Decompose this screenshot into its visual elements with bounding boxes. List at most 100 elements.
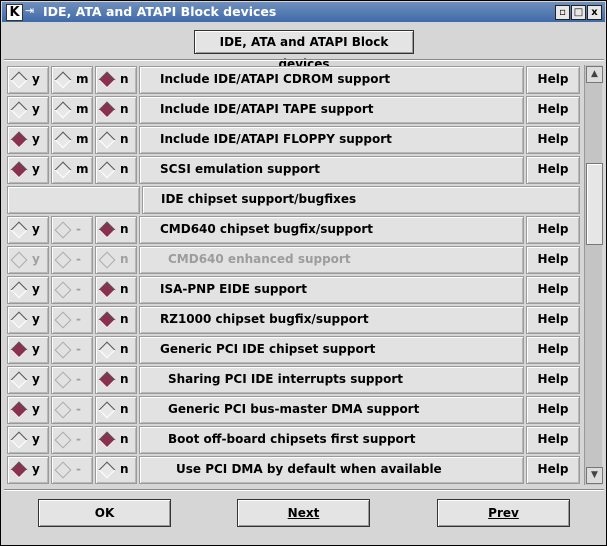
option-description[interactable]: Generic PCI IDE chipset support — [139, 336, 524, 364]
help-button[interactable]: Help — [526, 456, 580, 484]
help-button[interactable]: Help — [526, 96, 580, 124]
ok-button[interactable]: OK — [38, 499, 171, 527]
option-description[interactable]: Include IDE/ATAPI FLOPPY support — [139, 126, 524, 154]
option-description[interactable]: Include IDE/ATAPI CDROM support — [139, 66, 524, 94]
radio-y[interactable]: y — [7, 396, 49, 424]
help-button[interactable]: Help — [526, 276, 580, 304]
help-button[interactable]: Help — [526, 396, 580, 424]
minimize-icon[interactable]: ▫ — [555, 5, 570, 20]
radio-y[interactable]: y — [7, 96, 49, 124]
app-menu-icon[interactable]: K — [6, 4, 23, 21]
help-label: Help — [537, 462, 569, 476]
radio-y[interactable]: y — [7, 156, 49, 184]
option-label: Sharing PCI IDE interrupts support — [168, 372, 403, 386]
help-button[interactable]: Help — [526, 156, 580, 184]
option-row: y - n Sharing PCI IDE interrupts support Hel… — [6, 365, 582, 395]
next-button[interactable]: Next — [237, 499, 370, 527]
option-description[interactable]: RZ1000 chipset bugfix/support — [139, 306, 524, 334]
radio-y: y — [7, 246, 49, 274]
scroll-thumb[interactable] — [586, 163, 603, 245]
radio-y-label: y — [32, 402, 40, 416]
option-description[interactable]: CMD640 chipset bugfix/support — [139, 216, 524, 244]
radio-y-label: y — [32, 72, 40, 86]
scroll-down-icon[interactable]: ▼ — [586, 467, 603, 484]
close-icon[interactable]: x — [587, 5, 602, 20]
radio-n[interactable]: n — [95, 306, 137, 334]
radio-y[interactable]: y — [7, 366, 49, 394]
radio-n[interactable]: n — [95, 66, 137, 94]
pin-icon[interactable]: ⇥ — [25, 4, 39, 18]
radio-m-label: - — [76, 372, 81, 386]
radio-n[interactable]: n — [95, 396, 137, 424]
radio-y[interactable]: y — [7, 306, 49, 334]
option-label: Boot off-board chipsets first support — [168, 432, 416, 446]
help-button[interactable]: Help — [526, 66, 580, 94]
help-button[interactable]: Help — [526, 246, 580, 274]
option-description[interactable]: Include IDE/ATAPI TAPE support — [139, 96, 524, 124]
prev-button[interactable]: Prev — [437, 499, 570, 527]
scroll-up-icon[interactable]: ▲ — [586, 66, 603, 83]
help-label: Help — [537, 222, 569, 236]
radio-diamond-icon — [10, 131, 28, 149]
radio-diamond-icon — [98, 131, 116, 149]
radio-y[interactable]: y — [7, 456, 49, 484]
radio-m[interactable]: m — [51, 96, 93, 124]
radio-n[interactable]: n — [95, 426, 137, 454]
radio-m[interactable]: m — [51, 66, 93, 94]
help-label: Help — [537, 252, 569, 266]
radio-n[interactable]: n — [95, 126, 137, 154]
radio-n[interactable]: n — [95, 96, 137, 124]
radio-n-label: n — [120, 132, 129, 146]
option-label: Generic PCI bus-master DMA support — [168, 402, 420, 416]
radio-n[interactable]: n — [95, 366, 137, 394]
radio-n[interactable]: n — [95, 216, 137, 244]
radio-n-label: n — [120, 372, 129, 386]
radio-m[interactable]: m — [51, 156, 93, 184]
radio-diamond-icon — [54, 401, 72, 419]
help-button[interactable]: Help — [526, 126, 580, 154]
radio-n-label: n — [120, 222, 129, 236]
radio-y[interactable]: y — [7, 216, 49, 244]
radio-m[interactable]: m — [51, 126, 93, 154]
help-button[interactable]: Help — [526, 366, 580, 394]
radio-m: - — [51, 306, 93, 334]
radio-n[interactable]: n — [95, 336, 137, 364]
option-description[interactable]: CMD640 enhanced support — [139, 246, 524, 274]
radio-y-label: y — [32, 312, 40, 326]
option-description[interactable]: ISA-PNP EIDE support — [139, 276, 524, 304]
section-title-button[interactable]: IDE, ATA and ATAPI Block devices — [194, 30, 414, 71]
help-button[interactable]: Help — [526, 306, 580, 334]
radio-diamond-icon — [54, 281, 72, 299]
radio-n[interactable]: n — [95, 156, 137, 184]
radio-diamond-icon — [10, 281, 28, 299]
section-header[interactable]: IDE chipset support/bugfixes — [142, 186, 580, 214]
help-label: Help — [537, 312, 569, 326]
radio-y[interactable]: y — [7, 276, 49, 304]
radio-y-label: y — [32, 222, 40, 236]
radio-n[interactable]: n — [95, 456, 137, 484]
title-bar[interactable]: K ⇥ IDE, ATA and ATAPI Block devices ▫ □… — [2, 2, 605, 22]
radio-n[interactable]: n — [95, 276, 137, 304]
radio-y[interactable]: y — [7, 66, 49, 94]
radio-diamond-icon — [98, 161, 116, 179]
help-button[interactable]: Help — [526, 426, 580, 454]
radio-diamond-icon — [10, 101, 28, 119]
option-label: Use PCI DMA by default when available — [176, 462, 442, 476]
option-description[interactable]: SCSI emulation support — [139, 156, 524, 184]
option-description[interactable]: Sharing PCI IDE interrupts support — [139, 366, 524, 394]
maximize-icon[interactable]: □ — [571, 5, 586, 20]
option-description[interactable]: Generic PCI bus-master DMA support — [139, 396, 524, 424]
help-button[interactable]: Help — [526, 336, 580, 364]
radio-diamond-icon — [98, 371, 116, 389]
radio-m-label: - — [76, 252, 81, 266]
radio-y[interactable]: y — [7, 126, 49, 154]
option-description[interactable]: Boot off-board chipsets first support — [139, 426, 524, 454]
radio-n-label: n — [120, 252, 129, 266]
help-button[interactable]: Help — [526, 216, 580, 244]
radio-diamond-icon — [98, 251, 116, 269]
radio-y[interactable]: y — [7, 426, 49, 454]
scrollbar[interactable]: ▲ ▼ — [584, 65, 603, 485]
radio-y[interactable]: y — [7, 336, 49, 364]
radio-diamond-icon — [54, 431, 72, 449]
option-description[interactable]: Use PCI DMA by default when available — [139, 456, 524, 484]
